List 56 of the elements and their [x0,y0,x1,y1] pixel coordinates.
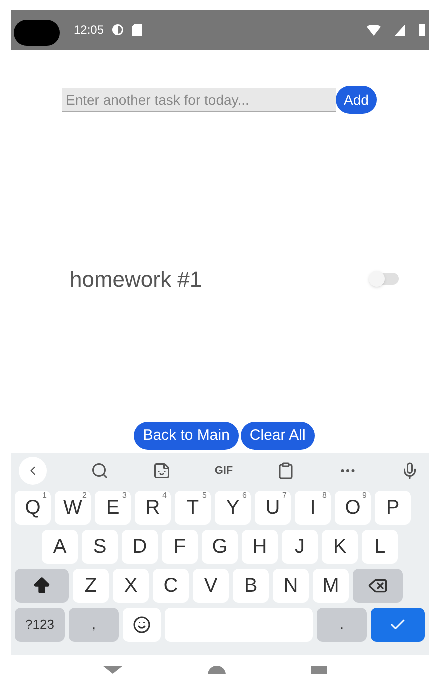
signal-icon [395,24,405,36]
key[interactable]: P [375,491,411,525]
toggle-switch[interactable] [371,273,399,285]
search-icon[interactable] [90,462,109,480]
backspace-key[interactable] [353,569,403,603]
key[interactable]: X [113,569,149,603]
add-button[interactable]: Add [336,86,377,114]
key[interactable]: K [322,530,358,564]
key[interactable]: . [317,608,367,642]
sticker-icon[interactable] [152,462,171,480]
key[interactable]: J [282,530,318,564]
key[interactable]: N [273,569,309,603]
back-nav-icon[interactable] [102,666,122,674]
recents-nav-icon[interactable] [310,666,326,674]
pill-button[interactable]: Clear All [240,422,315,450]
key[interactable]: V [193,569,229,603]
key[interactable]: D [122,530,158,564]
key[interactable]: C [153,569,189,603]
task-title: homework #1 [70,266,204,294]
key[interactable]: I 8 [295,491,331,525]
gif-button[interactable]: GIF [214,462,234,480]
key[interactable]: G [202,530,238,564]
key-hint: 3 [122,492,127,500]
task-input-field[interactable]: Enter another task for today... [62,88,336,112]
key-hint: 8 [322,492,327,500]
key[interactable]: , [69,608,119,642]
shift-arrow-icon [32,576,52,596]
key[interactable]: B [233,569,269,603]
key-hint: 6 [242,492,247,500]
sd-card-icon [132,24,142,36]
notification-icon [112,24,124,36]
key-hint: 4 [162,492,167,500]
key[interactable]: H [242,530,278,564]
camera-cutout [14,20,60,46]
key[interactable]: A [42,530,78,564]
battery-icon [419,24,425,36]
key[interactable]: Z [73,569,109,603]
key[interactable]: S [82,530,118,564]
key[interactable]: M [313,569,349,603]
key-hint: 1 [42,492,47,500]
time: 12:05 [74,22,104,39]
key[interactable]: ?123 [15,608,65,642]
shift-key[interactable] [15,569,69,603]
home-nav-icon[interactable] [208,666,226,674]
pill-button[interactable]: Back to Main [134,422,239,450]
key[interactable]: F [162,530,198,564]
key[interactable]: L [362,530,398,564]
smiley-icon [133,616,151,634]
key-hint: 2 [82,492,87,500]
clipboard-icon[interactable] [277,462,296,480]
key-hint: 9 [362,492,367,500]
emoji-key[interactable] [123,608,161,642]
wifi-icon [367,24,381,36]
key-hint: 5 [202,492,207,500]
enter-key[interactable] [371,608,425,642]
key-hint: 7 [282,492,287,500]
